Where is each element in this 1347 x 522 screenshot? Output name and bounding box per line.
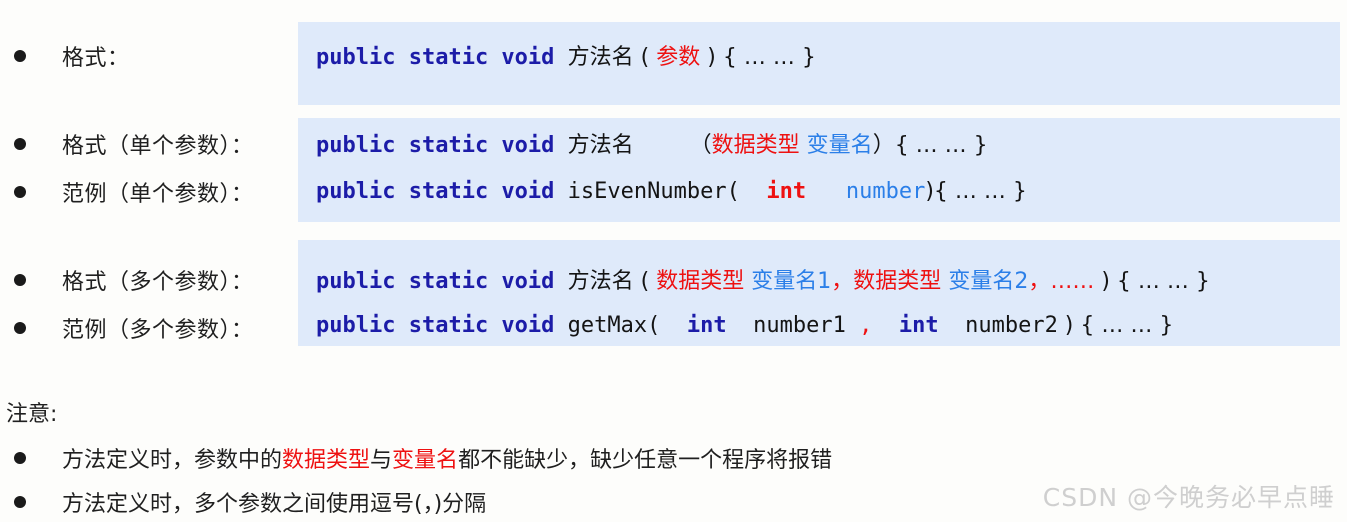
code-method-name: 方法名: [567, 45, 634, 70]
code-keyword: public static void: [316, 269, 568, 294]
code-comma: ,: [845, 313, 886, 338]
bullet-icon: [14, 322, 26, 334]
code-datatype-placeholder-2: 数据类型: [853, 269, 942, 294]
code-keyword: public static void: [316, 179, 568, 204]
code-body-close: ）{ … … }: [872, 133, 988, 158]
bullet-row-format-single: 格式（单个参数）：: [0, 124, 298, 164]
slide-canvas: 格式： 格式（单个参数）： 范例（单个参数）： 格式（多个参数）： 范例（多个参…: [0, 0, 1347, 521]
note-1-part3: 都不能缺少，缺少任意一个程序将报错: [458, 448, 833, 473]
bullet-icon: [14, 50, 26, 62]
code-body-close: ) { … … }: [1094, 269, 1210, 294]
code-varname-placeholder: 变量名: [806, 133, 873, 158]
code-keyword: public static void: [316, 313, 568, 338]
note-1-part2: 与: [370, 448, 393, 473]
label-example-multi: 范例（多个参数）：: [62, 317, 254, 342]
label-format-single: 格式（单个参数）：: [62, 133, 254, 158]
code-method-name: isEvenNumber(: [567, 179, 767, 204]
code-datatype-int: int: [766, 179, 807, 204]
note-text-2: 方法定义时，多个参数之间使用逗号(，)分隔: [62, 486, 486, 518]
code-body-close: ){ … … }: [925, 179, 1027, 204]
bullet-row-example-single: 范例（单个参数）：: [0, 172, 298, 212]
note-2-part1: 方法定义时，多个参数之间使用逗号(，)分隔: [62, 492, 487, 517]
code-line-format-single: public static void 方法名 （数据类型 变量名）{ … … }: [316, 126, 988, 166]
code-body-close: ) { … … }: [1057, 313, 1174, 338]
note-text-1: 方法定义时，参数中的数据类型与变量名都不能缺少，缺少任意一个程序将报错: [62, 442, 832, 474]
code-varname-placeholder-2: 变量名2: [948, 269, 1029, 294]
bullet-row-example-multi: 范例（多个参数）：: [0, 308, 298, 348]
csdn-watermark: CSDN @今晚务必早点睡: [1042, 483, 1335, 512]
note-1-highlight-datatype: 数据类型: [282, 448, 371, 473]
code-datatype-int-2: int: [885, 313, 939, 338]
note-1-highlight-varname: 变量名: [392, 448, 459, 473]
label-example-single: 范例（单个参数）：: [62, 181, 254, 206]
code-method-name: 方法名: [567, 133, 634, 158]
code-param-placeholder: 参数: [656, 45, 701, 70]
code-body-close: ) { … … }: [700, 45, 816, 70]
code-spacer: [634, 133, 690, 158]
code-paren-open: (: [633, 269, 657, 294]
code-line-format: public static void 方法名 ( 参数 ) { … … }: [316, 38, 816, 78]
code-line-example-single: public static void isEvenNumber( int num…: [316, 172, 1027, 212]
code-keyword: public static void: [316, 45, 568, 70]
code-datatype-placeholder-1: 数据类型: [656, 269, 745, 294]
label-format: 格式：: [62, 45, 130, 70]
bullet-icon: [14, 496, 26, 508]
code-keyword: public static void: [316, 133, 568, 158]
code-datatype-int-1: int: [686, 313, 727, 338]
code-line-format-multi: public static void 方法名 ( 数据类型 变量名1，数据类型 …: [316, 262, 1210, 302]
code-ellipsis: ……: [1050, 269, 1095, 294]
bullet-icon: [14, 452, 26, 464]
code-datatype-placeholder: 数据类型: [711, 133, 800, 158]
bullet-icon: [14, 274, 26, 286]
note-item-1: 方法定义时，参数中的数据类型与变量名都不能缺少，缺少任意一个程序将报错: [0, 438, 1347, 478]
bullet-row-format-multi: 格式（多个参数）：: [0, 260, 298, 300]
code-comma-2: ，: [1028, 269, 1051, 294]
code-method-name: 方法名: [567, 269, 634, 294]
code-varname-number1: number1: [753, 313, 846, 338]
code-paren-open: （: [689, 133, 712, 158]
label-format-multi: 格式（多个参数）：: [62, 269, 254, 294]
code-paren-open: (: [633, 45, 657, 70]
note-1-part1: 方法定义时，参数中的: [62, 448, 283, 473]
code-varname-number2: number2: [965, 313, 1058, 338]
code-varname-placeholder-1: 变量名1: [751, 269, 832, 294]
notes-heading: 注意:: [6, 402, 58, 427]
bullet-icon: [14, 138, 26, 150]
code-varname-number: number: [845, 179, 926, 204]
code-line-example-multi: public static void getMax( int number1 ,…: [316, 306, 1173, 346]
code-method-name: getMax(: [567, 313, 687, 338]
code-comma-1: ，: [831, 269, 854, 294]
bullet-row-format: 格式：: [0, 36, 298, 76]
bullet-icon: [14, 186, 26, 198]
